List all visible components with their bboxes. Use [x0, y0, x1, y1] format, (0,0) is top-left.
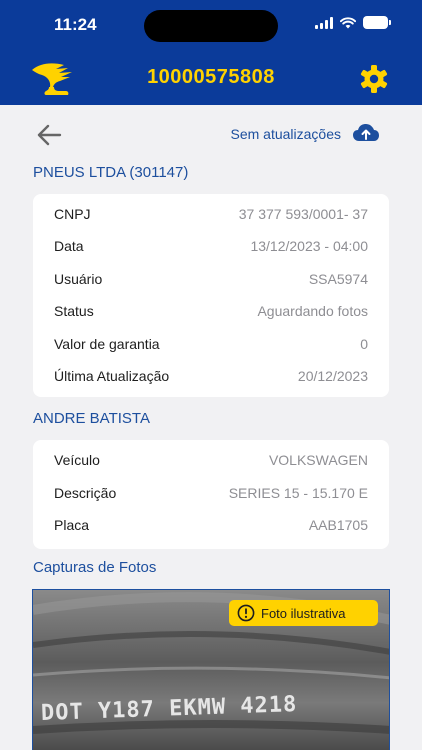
dynamic-island: [144, 10, 278, 42]
badge-label: Foto ilustrativa: [261, 605, 346, 621]
vehicle-section-title: ANDRE BATISTA: [33, 410, 150, 427]
row-label: Valor de garantia: [54, 336, 160, 352]
row-label: CNPJ: [54, 206, 91, 222]
info-row-date: Data 13/12/2023 - 04:00: [33, 230, 389, 262]
info-row-description: Descrição SERIES 15 - 15.170 E: [33, 477, 389, 509]
info-row-cnpj: CNPJ 37 377 593/0001- 37: [33, 198, 389, 230]
row-label: Placa: [54, 517, 90, 533]
app-header: 11:24 10000575808: [0, 0, 422, 105]
row-value: SSA5974: [308, 271, 368, 287]
sync-status-label[interactable]: Sem atualizações: [230, 126, 341, 142]
row-value: SERIES 15 - 15.170 E: [228, 485, 368, 501]
info-row-status: Status Aguardando fotos: [33, 295, 389, 327]
gear-icon[interactable]: [359, 64, 389, 94]
row-label: Descrição: [54, 485, 117, 501]
info-row-last-update: Última Atualização 20/12/2023: [33, 360, 389, 392]
wifi-icon: [340, 16, 356, 28]
row-label: Data: [54, 238, 84, 254]
warning-circle-icon: [237, 604, 255, 622]
row-value: 37 377 593/0001- 37: [238, 206, 368, 222]
info-row-user: Usuário SSA5974: [33, 263, 389, 295]
row-value: 20/12/2023: [297, 368, 368, 384]
row-value: Aguardando fotos: [257, 303, 368, 319]
row-label: Usuário: [54, 271, 103, 287]
row-value: VOLKSWAGEN: [268, 452, 368, 468]
cloud-upload-icon[interactable]: [352, 121, 380, 145]
row-label: Última Atualização: [54, 368, 170, 384]
vehicle-info-card: Veículo VOLKSWAGEN Descrição SERIES 15 -…: [33, 440, 389, 549]
back-arrow-icon[interactable]: [34, 122, 64, 148]
status-icons: [315, 16, 391, 29]
row-label: Status: [54, 303, 94, 319]
illustrative-photo-badge: Foto ilustrativa: [229, 600, 378, 626]
customer-info-card: CNPJ 37 377 593/0001- 37 Data 13/12/2023…: [33, 194, 389, 397]
status-bar: 11:24: [0, 0, 422, 50]
cellular-signal-icon: [315, 16, 333, 29]
status-time: 11:24: [54, 15, 97, 34]
row-value: 13/12/2023 - 04:00: [250, 238, 368, 254]
info-row-warranty-value: Valor de garantia 0: [33, 328, 389, 360]
info-row-vehicle: Veículo VOLKSWAGEN: [33, 444, 389, 476]
row-label: Veículo: [54, 452, 100, 468]
row-value: AAB1705: [308, 517, 368, 533]
battery-icon: [363, 16, 391, 29]
photos-section-title: Capturas de Fotos: [33, 559, 157, 576]
info-row-plate: Placa AAB1705: [33, 509, 389, 541]
row-value: 0: [360, 336, 368, 352]
customer-section-title: PNEUS LTDA (301147): [33, 164, 189, 181]
